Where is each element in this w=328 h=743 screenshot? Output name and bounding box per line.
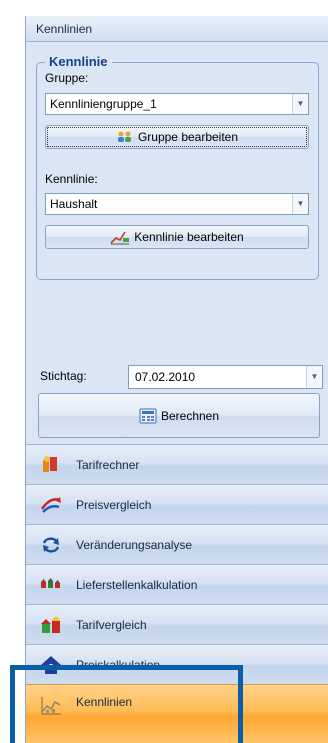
panel-title: Kennlinien — [26, 16, 328, 42]
kennlinie-label: Kennlinie: — [45, 172, 98, 186]
calculator-icon — [139, 408, 157, 423]
stichtag-label: Stichtag: — [40, 369, 87, 383]
nav-item-label: Preiskalkulation — [76, 657, 161, 672]
group-edit-icon — [117, 131, 131, 142]
chevron-down-icon[interactable]: ▼ — [292, 94, 308, 114]
chevron-down-icon[interactable]: ▼ — [292, 194, 308, 214]
berechnen-button[interactable]: Berechnen — [38, 393, 320, 438]
preisvergleich-icon — [40, 494, 62, 516]
nav-item-tarifvergleich[interactable]: Tarifvergleich — [26, 604, 328, 644]
gruppe-bearbeiten-label: Gruppe bearbeiten — [137, 130, 239, 144]
kennlinie-bearbeiten-button[interactable]: Kennlinie bearbeiten — [45, 225, 309, 249]
nav-item-label: Preisvergleich — [76, 497, 152, 512]
tarifvergleich-icon — [40, 614, 62, 636]
preiskalkulation-icon — [40, 654, 62, 676]
chevron-down-icon[interactable]: ▼ — [306, 366, 322, 388]
gruppe-label: Gruppe: — [45, 71, 89, 85]
nav-item-label: Lieferstellenkalkulation — [76, 577, 198, 592]
gruppe-bearbeiten-button[interactable]: Gruppe bearbeiten — [45, 125, 309, 149]
veraenderungsanalyse-icon — [40, 534, 62, 556]
berechnen-label: Berechnen — [160, 408, 220, 423]
nav-item-preisvergleich[interactable]: Preisvergleich — [26, 484, 328, 524]
nav-item-lieferstellenkalkulation[interactable]: Lieferstellenkalkulation — [26, 564, 328, 604]
nav-item-preiskalkulation[interactable]: Preiskalkulation — [26, 644, 328, 684]
tarifrechner-icon — [40, 454, 62, 476]
chart-edit-icon — [110, 231, 130, 245]
nav-item-label: Veränderungsanalyse — [76, 537, 193, 552]
nav-item-label: Tarifvergleich — [76, 617, 147, 632]
nav-item-label: Tarifrechner — [76, 457, 140, 472]
kennlinie-bearbeiten-label: Kennlinie bearbeiten — [134, 230, 244, 244]
gruppe-value: Kennliniengruppe_1 — [50, 97, 157, 111]
kennlinien-icon — [40, 695, 62, 717]
kennlinien-panel: Kennlinien Kennlinie Gruppe: Kennlinieng… — [25, 16, 328, 743]
kennlinie-groupbox: Kennlinie Gruppe: Kennliniengruppe_1 ▼ G… — [36, 54, 319, 280]
nav-item-label: Kennlinien — [76, 695, 133, 709]
lieferstellenkalkulation-icon — [40, 574, 62, 596]
stichtag-value: 07.02.2010 — [135, 370, 196, 384]
stichtag-datepicker[interactable]: 07.02.2010 ▼ — [128, 365, 323, 389]
gruppe-combobox[interactable]: Kennliniengruppe_1 ▼ — [45, 93, 309, 115]
groupbox-legend: Kennlinie — [45, 54, 112, 69]
kennlinie-value: Haushalt — [50, 197, 98, 211]
nav-item-tarifrechner[interactable]: Tarifrechner — [26, 444, 328, 484]
kennlinie-combobox[interactable]: Haushalt ▼ — [45, 193, 309, 215]
nav-item-veraenderungsanalyse[interactable]: Veränderungsanalyse — [26, 524, 328, 564]
nav-item-kennlinien[interactable]: Kennlinien — [26, 684, 328, 743]
